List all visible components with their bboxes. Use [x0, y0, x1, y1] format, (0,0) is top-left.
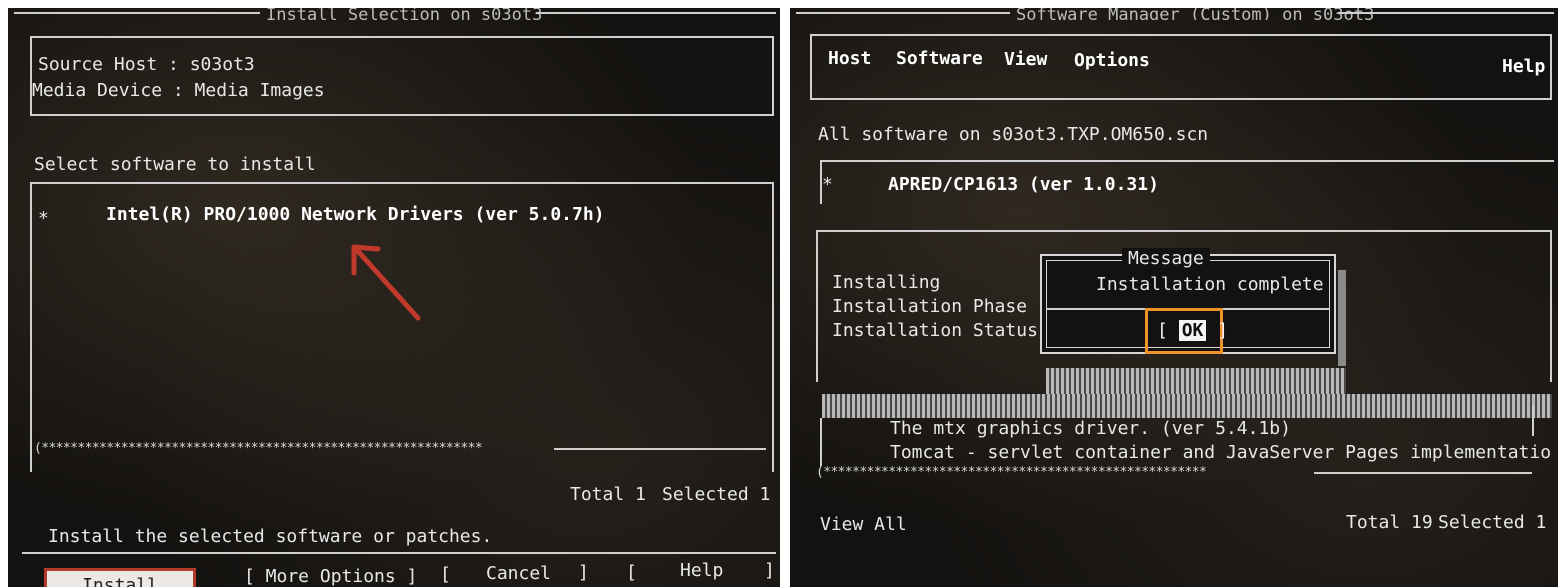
- status-hint: Install the selected software or patches…: [48, 526, 493, 547]
- top-list-rule: [820, 160, 1554, 162]
- menu-help[interactable]: Help: [1502, 56, 1545, 78]
- all-software-label: All software on s03ot3.TXP.OM650.scn: [818, 124, 1209, 145]
- menu-host[interactable]: Host: [828, 48, 871, 70]
- dialog-shadow: [1338, 270, 1346, 366]
- right-terminal-photo: Software Manager (Custom) on s03ot3 Host…: [790, 8, 1558, 587]
- installation-phase-label: Installation Phase: [832, 296, 1028, 317]
- media-device-label: Media Device : Media Images: [32, 80, 325, 101]
- left-title-rule: [14, 12, 260, 14]
- right-title-rule: [796, 12, 1010, 14]
- list-item-intel-network-drivers[interactable]: Intel(R) PRO/1000 Network Drivers (ver 5…: [106, 204, 605, 226]
- menu-options[interactable]: Options: [1074, 50, 1150, 72]
- help-button[interactable]: Help: [680, 560, 723, 582]
- install-button[interactable]: Install: [44, 568, 196, 587]
- ok-bracket-close: ]: [1217, 320, 1229, 341]
- more-options-button[interactable]: [ More Options ]: [244, 566, 417, 587]
- source-host-label: Source Host : s03ot3: [38, 54, 255, 75]
- left-terminal-photo: Install Selection on s03ot3 Source Host …: [8, 8, 780, 587]
- red-arrow-icon: [351, 244, 421, 321]
- select-software-prompt: Select software to install: [34, 154, 316, 175]
- button-bar-rule: [22, 552, 776, 554]
- help-bracket-open: [: [626, 562, 637, 583]
- scroll-track: [554, 448, 766, 450]
- view-all-label[interactable]: View All: [820, 514, 907, 536]
- right-horizontal-scroll-indicator[interactable]: (***************************************…: [816, 466, 1314, 480]
- list-item-apred-cp1613[interactable]: APRED/CP1613 (ver 1.0.31): [888, 174, 1159, 196]
- right-scroll-track: [1314, 472, 1532, 474]
- ok-button[interactable]: [ OK ]: [1145, 308, 1228, 354]
- menu-software[interactable]: Software: [896, 48, 983, 70]
- right-title-rule-right: [1338, 12, 1554, 14]
- cancel-bracket-open: [: [440, 564, 451, 585]
- dialog-shadow-pattern: [1046, 368, 1346, 394]
- selected-count: Selected 1: [662, 484, 771, 505]
- ok-label[interactable]: OK: [1178, 320, 1207, 341]
- left-window-title: Install Selection on s03ot3: [266, 8, 543, 20]
- cancel-bracket-close: ]: [578, 562, 589, 583]
- message-text: Installation complete: [1096, 274, 1324, 295]
- right-window-title: Software Manager (Custom) on s03ot3: [1016, 8, 1375, 20]
- installation-progress-bar: [822, 394, 1552, 418]
- list-item-marker: *: [38, 208, 49, 229]
- installing-label: Installing: [832, 272, 941, 293]
- list-item-mtx-graphics-driver[interactable]: The mtx graphics driver. (ver 5.4.1b): [890, 418, 1291, 440]
- left-title-rule-right: [536, 12, 776, 14]
- ok-bracket-open: [: [1157, 320, 1168, 341]
- help-bracket-close: ]: [764, 560, 775, 581]
- right-selected-count: Selected 1: [1438, 512, 1547, 533]
- horizontal-scroll-indicator[interactable]: (***************************************…: [34, 442, 554, 456]
- menu-view[interactable]: View: [1004, 49, 1047, 71]
- left-source-panel: [30, 36, 774, 116]
- list-item-tomcat[interactable]: Tomcat - servlet container and JavaServe…: [890, 442, 1550, 464]
- total-count: Total 1: [570, 484, 646, 505]
- installation-status-label: Installation Status: [832, 320, 1038, 341]
- message-title: Message: [1122, 248, 1210, 270]
- cancel-button[interactable]: Cancel: [486, 563, 551, 585]
- top-item-marker: *: [822, 174, 833, 195]
- bottom-list-right-edge: [1532, 406, 1534, 436]
- right-total-count: Total 19: [1346, 512, 1433, 533]
- bottom-list-left-edge: [820, 418, 822, 466]
